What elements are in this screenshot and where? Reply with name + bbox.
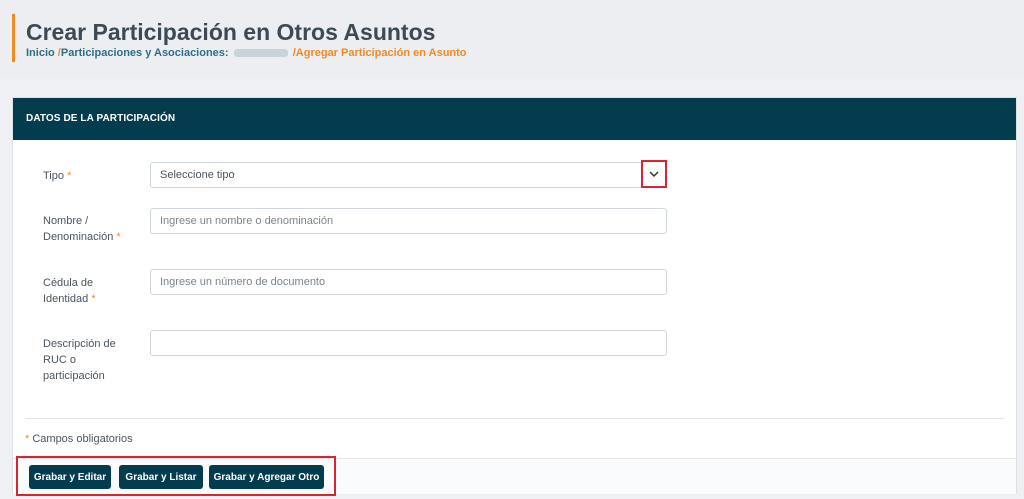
participation-form-card: DATOS DE LA PARTICIPACIÓN Tipo * Selecci… bbox=[12, 97, 1017, 496]
breadcrumb-current: Agregar Participación en Asunto bbox=[295, 47, 467, 59]
tipo-select-value: Seleccione tipo bbox=[160, 169, 235, 181]
grabar-agregar-otro-button[interactable]: Grabar y Agregar Otro bbox=[209, 465, 324, 489]
breadcrumb: Inicio /Participaciones y Asociaciones: … bbox=[26, 47, 467, 59]
tipo-label: Tipo * bbox=[43, 168, 138, 184]
form-divider bbox=[25, 418, 1004, 419]
cedula-label: Cédula de Identidad * bbox=[43, 275, 138, 307]
required-mark: * bbox=[25, 433, 30, 445]
tipo-select[interactable]: Seleccione tipo bbox=[150, 160, 667, 188]
required-mark: * bbox=[67, 170, 72, 182]
page-header: Crear Participación en Otros Asuntos Ini… bbox=[0, 0, 1024, 78]
tipo-label-text: Tipo bbox=[43, 170, 64, 182]
required-mark: * bbox=[91, 293, 96, 305]
descripcion-input[interactable] bbox=[150, 330, 667, 356]
cedula-input[interactable]: Ingrese un número de documento bbox=[150, 269, 667, 295]
page-title: Crear Participación en Otros Asuntos bbox=[26, 19, 436, 45]
breadcrumb-section-suffix: : bbox=[224, 47, 229, 59]
required-mark: * bbox=[116, 231, 121, 243]
grabar-listar-button[interactable]: Grabar y Listar bbox=[119, 465, 203, 489]
cedula-label-text: Cédula de Identidad bbox=[43, 277, 94, 305]
redacted-name-blur bbox=[233, 49, 288, 58]
required-footnote: * Campos obligatorios bbox=[25, 433, 133, 445]
card-header: DATOS DE LA PARTICIPACIÓN bbox=[13, 98, 1016, 140]
header-accent-bar bbox=[12, 14, 15, 62]
descripcion-label: Descripción de RUC o participación bbox=[43, 338, 116, 382]
chevron-down-icon[interactable] bbox=[641, 160, 667, 188]
nombre-label: Nombre / Denominación * bbox=[43, 213, 138, 245]
breadcrumb-home-link[interactable]: Inicio bbox=[26, 47, 55, 59]
nombre-input[interactable]: Ingrese un nombre o denominación bbox=[150, 208, 667, 234]
breadcrumb-section-link[interactable]: Participaciones y Asociaciones bbox=[61, 47, 225, 59]
nombre-label-text: Nombre / Denominación bbox=[43, 215, 114, 243]
grabar-editar-button[interactable]: Grabar y Editar bbox=[29, 465, 111, 489]
required-footnote-text: Campos obligatorios bbox=[32, 433, 133, 445]
